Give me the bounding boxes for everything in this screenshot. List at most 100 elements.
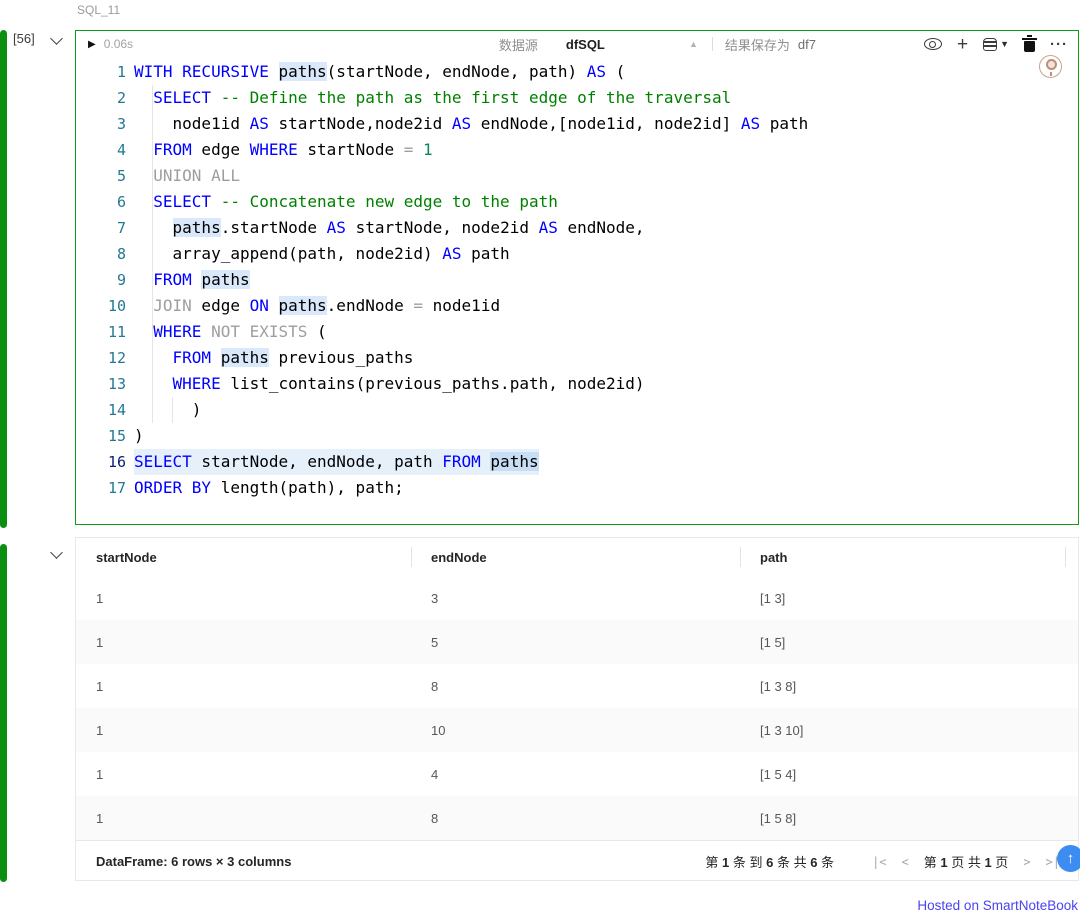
code-line[interactable]: 1WITH RECURSIVE paths(startNode, endNode… <box>76 59 1078 85</box>
prev-page-button[interactable]: < <box>902 855 909 869</box>
visibility-icon[interactable] <box>924 38 942 50</box>
code-token: startNode, node2id <box>346 218 539 237</box>
code-token: AS <box>539 218 558 237</box>
column-header: endNode <box>411 538 740 576</box>
code-token: WHERE <box>250 140 298 159</box>
delete-cell-icon[interactable] <box>1024 37 1035 52</box>
back-to-top-button[interactable]: ↑ <box>1057 845 1080 872</box>
code-token <box>134 192 153 211</box>
code-text: paths.startNode AS startNode, node2id AS… <box>134 215 645 241</box>
code-line[interactable]: 16 SELECT startNode, endNode, path FROM p… <box>76 449 1078 475</box>
code-editor[interactable]: 1WITH RECURSIVE paths(startNode, endNode… <box>76 59 1078 501</box>
table-row: 18[1 5 8] <box>76 796 1078 840</box>
run-cell-button[interactable]: ▶ <box>88 39 96 50</box>
code-line[interactable]: 7 paths.startNode AS startNode, node2id … <box>76 215 1078 241</box>
save-target-name[interactable]: df7 <box>798 37 816 52</box>
line-number: 9 <box>76 267 126 293</box>
code-text: SELECT -- Define the path as the first e… <box>134 85 731 111</box>
code-token <box>211 88 221 107</box>
table-cell: [1 3 10] <box>740 723 1078 738</box>
code-text: SELECT -- Concatenate new edge to the pa… <box>134 189 558 215</box>
code-token: .startNode <box>221 218 327 237</box>
next-page-button[interactable]: > <box>1023 855 1030 869</box>
code-token: path <box>462 244 510 263</box>
code-token <box>134 322 153 341</box>
code-line[interactable]: 12 FROM paths previous_paths <box>76 345 1078 371</box>
datasource-save-icon[interactable]: ▼ <box>983 38 1009 51</box>
code-token: array_append(path, node2id) <box>134 244 442 263</box>
code-token: WHERE <box>153 322 201 341</box>
table-cell: 1 <box>76 679 411 694</box>
table-row: 14[1 5 4] <box>76 752 1078 796</box>
code-text: SELECT startNode, endNode, path FROM pat… <box>134 449 539 475</box>
more-options-icon[interactable]: ··· <box>1050 40 1068 49</box>
caret-up-icon: ▲ <box>689 39 698 49</box>
code-token: paths <box>201 270 249 289</box>
line-number: 16 <box>76 449 126 475</box>
line-number: 8 <box>76 241 126 267</box>
add-icon[interactable]: + <box>957 35 968 54</box>
code-token: endNode, <box>558 218 645 237</box>
table-cell: [1 5 8] <box>740 811 1078 826</box>
engine-select[interactable]: dfSQL ▲ <box>566 37 698 52</box>
table-cell: 1 <box>76 811 411 826</box>
code-token: path <box>760 114 808 133</box>
result-header: startNodeendNodepath <box>76 538 1078 576</box>
line-number: 15 <box>76 423 126 449</box>
table-cell: 1 <box>76 635 411 650</box>
code-line[interactable]: 17ORDER BY length(path), path; <box>76 475 1078 501</box>
code-line[interactable]: 3 node1id AS startNode,node2id AS endNod… <box>76 111 1078 137</box>
line-number: 12 <box>76 345 126 371</box>
line-number: 7 <box>76 215 126 241</box>
code-line[interactable]: 5 UNION ALL <box>76 163 1078 189</box>
code-token: previous_paths <box>269 348 414 367</box>
code-token <box>269 296 279 315</box>
code-text: WHERE list_contains(previous_paths.path,… <box>134 371 645 397</box>
code-line[interactable]: 15) <box>76 423 1078 449</box>
code-token: -- Concatenate new edge to the path <box>221 192 558 211</box>
code-token: paths <box>221 348 269 367</box>
collapse-cell-chevron-icon[interactable] <box>50 32 63 45</box>
code-text: FROM edge WHERE startNode = 1 <box>134 137 433 163</box>
code-token: FROM <box>442 452 481 471</box>
line-number: 5 <box>76 163 126 189</box>
table-cell: [1 3 8] <box>740 679 1078 694</box>
execution-count: [56] <box>13 31 35 46</box>
hosted-on-link[interactable]: Hosted on SmartNoteBook <box>917 898 1078 913</box>
code-text: FROM paths <box>134 267 250 293</box>
page-info: 第 1 页 共 1 页 <box>924 852 1009 871</box>
code-token: = <box>413 296 423 315</box>
runtime-label: 0.06s <box>104 37 133 51</box>
collapse-output-chevron-icon[interactable] <box>50 546 63 559</box>
result-footer: DataFrame: 6 rows × 3 columns 第 1 条 到 6 … <box>76 840 1078 882</box>
caret-down-icon: ▼ <box>1000 39 1009 49</box>
cell-title[interactable]: SQL_11 <box>77 3 120 17</box>
code-token: AS <box>741 114 760 133</box>
code-line[interactable]: 9 FROM paths <box>76 267 1078 293</box>
code-line[interactable]: 13 WHERE list_contains(previous_paths.pa… <box>76 371 1078 397</box>
code-token: SELECT <box>153 88 211 107</box>
code-token: length(path), path; <box>211 478 404 497</box>
code-line[interactable]: 11 WHERE NOT EXISTS ( <box>76 319 1078 345</box>
code-token: ( <box>307 322 326 341</box>
code-token <box>211 348 221 367</box>
code-token: 1 <box>423 140 433 159</box>
code-line[interactable]: 8 array_append(path, node2id) AS path <box>76 241 1078 267</box>
code-line[interactable]: 14 ) <box>76 397 1078 423</box>
code-line[interactable]: 6 SELECT -- Concatenate new edge to the … <box>76 189 1078 215</box>
code-token: paths <box>173 218 221 237</box>
code-text: UNION ALL <box>134 163 240 189</box>
line-number: 3 <box>76 111 126 137</box>
code-token: edge <box>192 140 250 159</box>
line-number: 1 <box>76 59 126 85</box>
pagination: |< < 第 1 页 共 1 页 > >| <box>872 852 1060 871</box>
code-line[interactable]: 2 SELECT -- Define the path as the first… <box>76 85 1078 111</box>
first-page-button[interactable]: |< <box>872 855 886 869</box>
assistant-badge-icon[interactable] <box>1039 55 1062 78</box>
code-token: startNode,node2id <box>269 114 452 133</box>
code-token: JOIN <box>153 296 192 315</box>
code-line[interactable]: 10 JOIN edge ON paths.endNode = node1id <box>76 293 1078 319</box>
code-line[interactable]: 4 FROM edge WHERE startNode = 1 <box>76 137 1078 163</box>
code-token <box>134 296 153 315</box>
engine-name: dfSQL <box>566 37 605 52</box>
